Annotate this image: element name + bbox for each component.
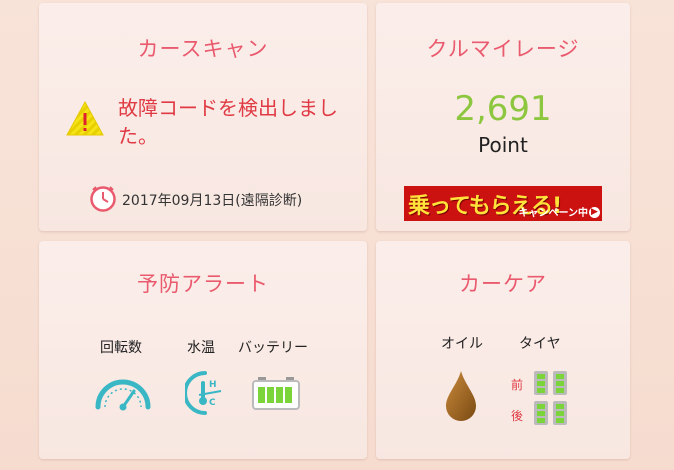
care-title: カーケア xyxy=(459,272,547,296)
mileage-title: クルマイレージ xyxy=(426,37,580,61)
battery-label: バッテリー xyxy=(238,340,308,356)
svg-text:C: C xyxy=(209,398,216,408)
battery-icon xyxy=(252,376,300,414)
clock-icon xyxy=(89,185,117,217)
thermometer-icon: H C xyxy=(183,367,225,423)
mileage-card[interactable]: クルマイレージ 2,691 Point 乗ってもらえる! キャンペーン中 ▶ xyxy=(376,3,630,231)
banner-subtext: キャンペーン中 xyxy=(518,208,589,219)
car-care-card[interactable]: カーケア オイル タイヤ 前 後 xyxy=(376,241,630,459)
car-scan-card[interactable]: カースキャン 故障コードを検出しました。 2017年09月13日(遠隔診断) xyxy=(39,3,367,231)
warning-icon xyxy=(66,100,104,140)
scan-message: 故障コードを検出しました。 xyxy=(118,96,338,148)
rpm-label: 回転数 xyxy=(100,340,142,356)
speedometer-icon xyxy=(94,373,152,415)
rear-tire-label: 後 xyxy=(511,409,524,423)
water-temp-label: 水温 xyxy=(187,340,215,356)
tire-label: タイヤ xyxy=(519,336,561,352)
car-scan-title: カースキャン xyxy=(137,37,269,61)
points-value: 2,691 xyxy=(454,89,552,129)
svg-text:H: H xyxy=(209,380,217,390)
front-tire-label: 前 xyxy=(511,378,524,392)
preventive-alert-card[interactable]: 予防アラート 回転数 水温 H C バッテリー xyxy=(39,241,367,459)
tire-status-icon xyxy=(533,369,569,431)
alert-title: 予防アラート xyxy=(137,272,269,296)
oil-label: オイル xyxy=(441,336,483,352)
campaign-banner[interactable]: 乗ってもらえる! キャンペーン中 ▶ xyxy=(404,186,602,221)
arrow-right-icon: ▶ xyxy=(589,207,600,218)
scan-date: 2017年09月13日(遠隔診断) xyxy=(122,193,303,209)
points-unit: Point xyxy=(478,133,528,157)
oil-drop-icon xyxy=(443,369,479,427)
